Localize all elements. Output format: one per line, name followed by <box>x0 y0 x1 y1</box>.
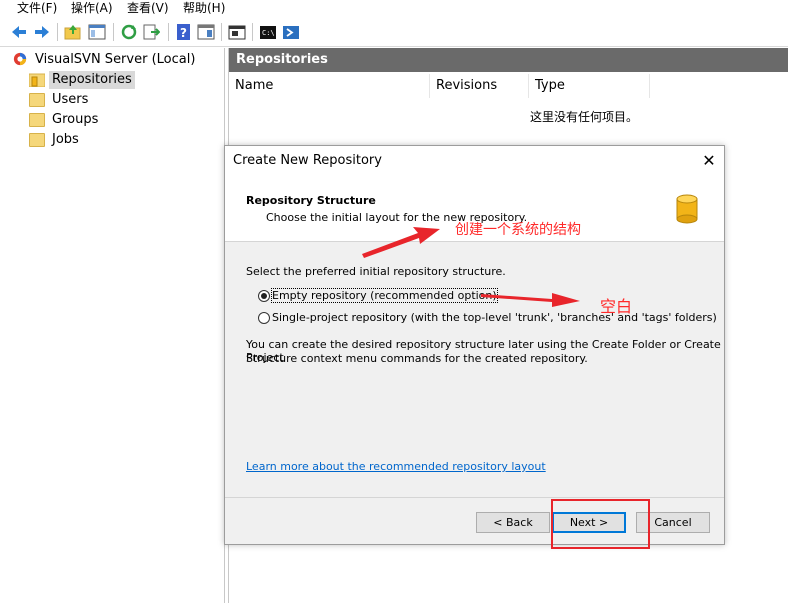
folder-icon <box>29 93 45 107</box>
column-header-type[interactable]: Type <box>529 74 650 98</box>
tree-item-label: Repositories <box>49 71 135 89</box>
column-header-name[interactable]: Name <box>229 74 430 98</box>
menu-help[interactable]: 帮助(H) <box>183 0 225 16</box>
pane-title: Repositories <box>229 48 788 72</box>
back-button[interactable]: < Back <box>476 512 550 533</box>
repository-icon <box>29 73 45 87</box>
refresh-icon[interactable] <box>120 23 138 41</box>
navigation-tree: VisualSVN Server (Local) Repositories Us… <box>0 48 225 603</box>
structure-prompt: Select the preferred initial repository … <box>246 265 506 278</box>
tree-item-label: Jobs <box>52 132 79 147</box>
radio-single-project[interactable] <box>258 312 270 324</box>
annotation-text-empty: 空白 <box>600 297 633 316</box>
radio-empty-repository[interactable] <box>258 290 270 302</box>
learn-more-link[interactable]: Learn more about the recommended reposit… <box>246 460 546 473</box>
repository-cylinder-icon <box>676 194 698 224</box>
close-icon[interactable]: ✕ <box>700 152 718 170</box>
info-text-line2: Structure context menu commands for the … <box>246 352 588 365</box>
help-icon[interactable]: ? <box>175 23 193 41</box>
annotation-text-structure: 创建一个系统的结构 <box>455 222 581 238</box>
terminal-icon[interactable]: C:\ <box>259 23 277 41</box>
tree-item-label: Users <box>52 92 89 107</box>
show-hide-tree-icon[interactable] <box>88 23 106 41</box>
properties-icon[interactable] <box>197 23 215 41</box>
empty-list-message: 这里没有任何项目。 <box>530 110 639 124</box>
menu-view[interactable]: 查看(V) <box>127 0 169 16</box>
create-repository-dialog: Create New Repository ✕ Repository Struc… <box>224 145 725 545</box>
option-single-project-label[interactable]: Single-project repository (with the top-… <box>272 311 717 324</box>
menu-bar: 文件(F) 操作(A) 查看(V) 帮助(H) <box>0 0 788 17</box>
tree-root-visualsvn[interactable]: VisualSVN Server (Local) <box>12 51 212 69</box>
tree-item-groups[interactable]: Groups <box>29 111 149 129</box>
menu-action[interactable]: 操作(A) <box>71 0 113 16</box>
column-header-revisions[interactable]: Revisions <box>430 74 529 98</box>
menu-file[interactable]: 文件(F) <box>17 0 57 16</box>
tree-root-label: VisualSVN Server (Local) <box>35 52 196 67</box>
back-icon[interactable] <box>10 23 28 41</box>
list-header: Name Revisions Type <box>229 74 788 98</box>
powershell-icon[interactable] <box>282 23 300 41</box>
tree-item-repositories[interactable]: Repositories <box>29 71 149 89</box>
folder-icon <box>29 113 45 127</box>
visualsvn-server-icon <box>13 52 27 66</box>
export-list-icon[interactable] <box>142 23 160 41</box>
step-heading: Repository Structure <box>246 194 376 207</box>
console-icon[interactable] <box>228 23 246 41</box>
tree-item-users[interactable]: Users <box>29 91 149 109</box>
svg-text:?: ? <box>180 26 187 40</box>
annotation-highlight-box <box>551 499 650 549</box>
up-folder-icon[interactable] <box>64 23 82 41</box>
tree-item-label: Groups <box>52 112 99 127</box>
footer-divider <box>225 497 724 498</box>
folder-icon <box>29 133 45 147</box>
tree-item-jobs[interactable]: Jobs <box>29 131 149 149</box>
dialog-title: Create New Repository <box>225 146 724 176</box>
toolbar: ? C:\ <box>0 18 788 47</box>
svg-text:C:\: C:\ <box>262 29 275 37</box>
forward-icon[interactable] <box>33 23 51 41</box>
option-empty-label[interactable]: Empty repository (recommended option) <box>271 288 498 303</box>
